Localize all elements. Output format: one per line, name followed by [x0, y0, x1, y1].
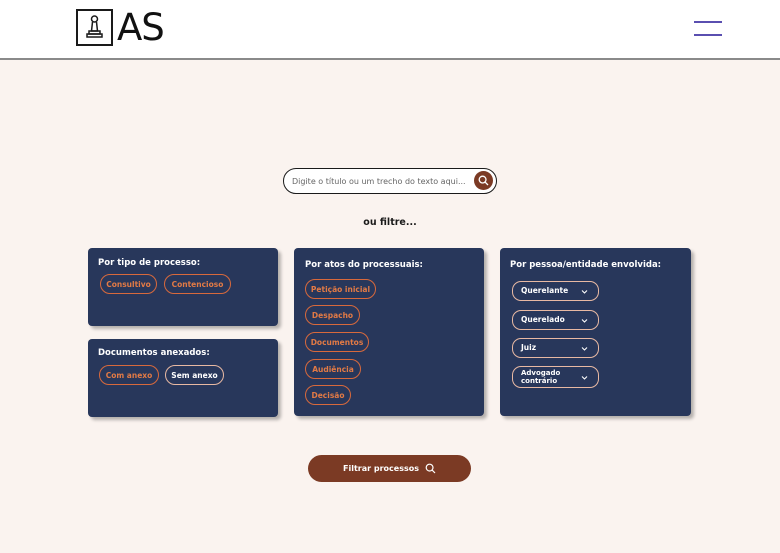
person-entity-title: Por pessoa/entidade envolvida: — [510, 260, 662, 270]
filter-processes-button[interactable]: Filtrar processos — [308, 455, 471, 482]
hamburger-menu-icon[interactable] — [694, 19, 722, 37]
chip-documentos[interactable]: Documentos — [305, 332, 369, 352]
dropdown-advogado-contrario[interactable]: Advogado contrário — [512, 366, 599, 388]
procedural-acts-title: Por atos do processuais: — [305, 260, 423, 270]
process-type-title: Por tipo de processo: — [98, 258, 201, 268]
person-entity-card: Por pessoa/entidade envolvida: Querelant… — [500, 248, 691, 416]
chess-pawn-icon — [76, 9, 113, 46]
dropdown-querelado[interactable]: Querelado — [512, 310, 599, 330]
dropdown-label: Querelado — [521, 315, 565, 324]
chip-contencioso[interactable]: Contencioso — [164, 274, 231, 294]
chip-audiencia[interactable]: Audiência — [305, 359, 361, 379]
chevron-down-icon — [581, 376, 588, 380]
dropdown-label: Advogado contrário — [521, 369, 561, 385]
search-icon — [425, 463, 436, 474]
dropdown-label: Querelante — [521, 286, 569, 295]
process-type-card: Por tipo de processo: Consultivo Contenc… — [88, 248, 278, 326]
search-input[interactable] — [292, 176, 470, 186]
logo[interactable]: AS — [76, 6, 165, 49]
chip-com-anexo[interactable]: Com anexo — [99, 365, 159, 385]
chip-sem-anexo[interactable]: Sem anexo — [165, 365, 224, 385]
chevron-down-icon — [581, 347, 588, 351]
search-button[interactable] — [474, 171, 493, 190]
attachments-title: Documentos anexados: — [98, 348, 210, 358]
chip-despacho[interactable]: Despacho — [305, 305, 360, 325]
search-icon — [478, 175, 489, 186]
search-bar — [283, 168, 497, 194]
header: AS — [0, 0, 780, 60]
chip-consultivo[interactable]: Consultivo — [100, 274, 157, 294]
chevron-down-icon — [581, 319, 588, 323]
chevron-down-icon — [581, 290, 588, 294]
attachments-card: Documentos anexados: Com anexo Sem anexo — [88, 339, 278, 417]
or-filter-label: ou filtre... — [363, 217, 417, 228]
procedural-acts-card: Por atos do processuais: Petição inicial… — [294, 248, 484, 416]
filter-button-label: Filtrar processos — [343, 464, 419, 473]
dropdown-juiz[interactable]: Juiz — [512, 338, 599, 358]
dropdown-querelante[interactable]: Querelante — [512, 281, 599, 301]
chip-decisao[interactable]: Decisão — [305, 385, 351, 405]
chip-peticao-inicial[interactable]: Petição inicial — [305, 279, 376, 299]
logo-text: AS — [117, 6, 165, 49]
dropdown-label: Juiz — [521, 343, 537, 352]
